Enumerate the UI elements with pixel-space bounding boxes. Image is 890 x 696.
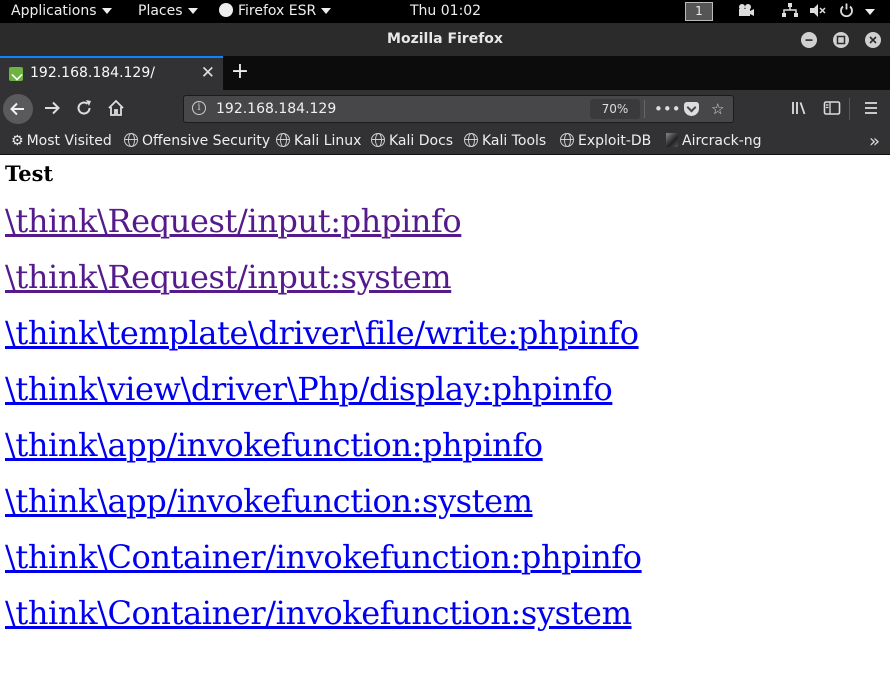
- reload-button[interactable]: [73, 98, 95, 123]
- globe-icon: [464, 133, 478, 147]
- page-heading: Test: [5, 161, 54, 186]
- places-menu[interactable]: Places: [138, 2, 198, 21]
- zoom-level-button[interactable]: 70%: [590, 99, 640, 119]
- tab-label: 192.168.184.129/: [30, 65, 155, 81]
- tab-current[interactable]: 192.168.184.129/ ✕: [0, 56, 223, 90]
- chevron-down-icon: [101, 8, 112, 14]
- minimize-button[interactable]: [801, 32, 817, 48]
- window-title: Mozilla Firefox: [387, 31, 503, 47]
- link-app-invokefunction-phpinfo[interactable]: \think\app/invokefunction:phpinfo: [5, 426, 543, 464]
- bookmark-label: Kali Tools: [482, 133, 547, 149]
- chevron-down-icon: [187, 8, 198, 14]
- library-icon: [792, 102, 806, 115]
- close-window-button[interactable]: [865, 32, 881, 48]
- bookmark-kali-linux[interactable]: Kali Linux: [276, 132, 361, 151]
- link-view-php-display-phpinfo[interactable]: \think\view\driver\Php/display:phpinfo: [5, 370, 613, 408]
- link-container-invokefunction-system[interactable]: \think\Container/invokefunction:system: [5, 594, 632, 632]
- bookmark-label: Aircrack-ng: [682, 133, 762, 149]
- page-content: Test \think\Request/input:phpinfo \think…: [0, 156, 890, 696]
- home-button[interactable]: [105, 98, 127, 123]
- bookmarks-toolbar: ⚙ Most Visited Offensive Security Kali Li…: [0, 128, 890, 155]
- bookmark-exploit-db[interactable]: Exploit-DB: [560, 132, 651, 151]
- page-actions-icon[interactable]: •••: [654, 100, 681, 118]
- pocket-icon[interactable]: [684, 102, 699, 116]
- maximize-button[interactable]: [833, 32, 849, 48]
- link-app-invokefunction-system[interactable]: \think\app/invokefunction:system: [5, 482, 533, 520]
- top-panel: Applications Places Firefox ESR Thu 01:0…: [0, 0, 890, 23]
- globe-icon: [276, 133, 290, 147]
- chevron-down-icon: [321, 8, 332, 14]
- home-icon: [108, 99, 124, 116]
- applications-menu[interactable]: Applications: [11, 2, 112, 21]
- bookmark-star-icon[interactable]: ☆: [711, 100, 724, 118]
- workspace-indicator[interactable]: 1: [685, 2, 713, 21]
- clock[interactable]: Thu 01:02: [410, 2, 481, 21]
- library-button[interactable]: [789, 98, 811, 123]
- tab-strip: 192.168.184.129/ ✕ +: [0, 56, 890, 90]
- arrow-right-icon: [45, 101, 60, 115]
- bookmark-most-visited[interactable]: ⚙ Most Visited: [11, 132, 112, 151]
- url-bar[interactable]: i 70% ••• ☆: [183, 95, 734, 123]
- chevron-down-icon[interactable]: [865, 9, 875, 15]
- bookmark-offensive-security[interactable]: Offensive Security: [124, 132, 270, 151]
- applications-label: Applications: [11, 3, 97, 19]
- window-titlebar[interactable]: Mozilla Firefox: [0, 23, 890, 56]
- globe-icon: [560, 133, 574, 147]
- firefox-icon: [219, 3, 233, 17]
- hamburger-menu-icon: [865, 102, 877, 114]
- chevron-double-right-icon[interactable]: »: [869, 131, 880, 152]
- toolbar-separator: [849, 98, 850, 120]
- bookmark-label: Exploit-DB: [578, 133, 652, 149]
- forward-button[interactable]: [41, 98, 63, 123]
- network-icon[interactable]: [782, 3, 798, 23]
- bookmark-kali-tools[interactable]: Kali Tools: [464, 132, 546, 151]
- volume-muted-icon[interactable]: [809, 3, 827, 23]
- back-button[interactable]: [3, 94, 33, 124]
- close-tab-icon[interactable]: ✕: [201, 63, 215, 83]
- globe-icon: [124, 133, 138, 147]
- bookmark-label: Kali Linux: [294, 133, 362, 149]
- bookmark-label: Offensive Security: [142, 133, 271, 149]
- video-camera-icon[interactable]: [737, 3, 755, 22]
- link-template-file-write-phpinfo[interactable]: \think\template\driver\file/write:phpinf…: [5, 314, 639, 352]
- aircrack-icon: [666, 133, 678, 147]
- places-label: Places: [138, 3, 183, 19]
- globe-icon: [371, 133, 385, 147]
- link-request-input-phpinfo[interactable]: \think\Request/input:phpinfo: [5, 202, 462, 240]
- open-menu-button[interactable]: [860, 98, 882, 123]
- url-input[interactable]: [216, 99, 576, 119]
- bookmark-label: Most Visited: [26, 133, 112, 149]
- link-container-invokefunction-phpinfo[interactable]: \think\Container/invokefunction:phpinfo: [5, 538, 642, 576]
- gear-icon: ⚙: [11, 133, 24, 149]
- new-tab-button[interactable]: +: [229, 59, 251, 84]
- sidebar-button[interactable]: [821, 98, 843, 123]
- power-icon[interactable]: [839, 3, 854, 23]
- url-separator: [644, 100, 645, 118]
- bookmark-aircrack-ng[interactable]: Aircrack-ng: [666, 132, 762, 151]
- firefox-app-menu[interactable]: Firefox ESR: [219, 2, 332, 21]
- firefox-app-label: Firefox ESR: [238, 3, 317, 19]
- sidebar-icon: [823, 101, 841, 115]
- arrow-left-icon: [10, 102, 24, 116]
- link-request-input-system[interactable]: \think\Request/input:system: [5, 258, 452, 296]
- site-info-icon[interactable]: i: [192, 101, 206, 115]
- bookmark-kali-docs[interactable]: Kali Docs: [371, 132, 453, 151]
- site-favicon-icon: [9, 67, 23, 81]
- bookmark-label: Kali Docs: [389, 133, 454, 149]
- navigation-toolbar: i 70% ••• ☆: [0, 90, 890, 128]
- reload-icon: [77, 100, 91, 115]
